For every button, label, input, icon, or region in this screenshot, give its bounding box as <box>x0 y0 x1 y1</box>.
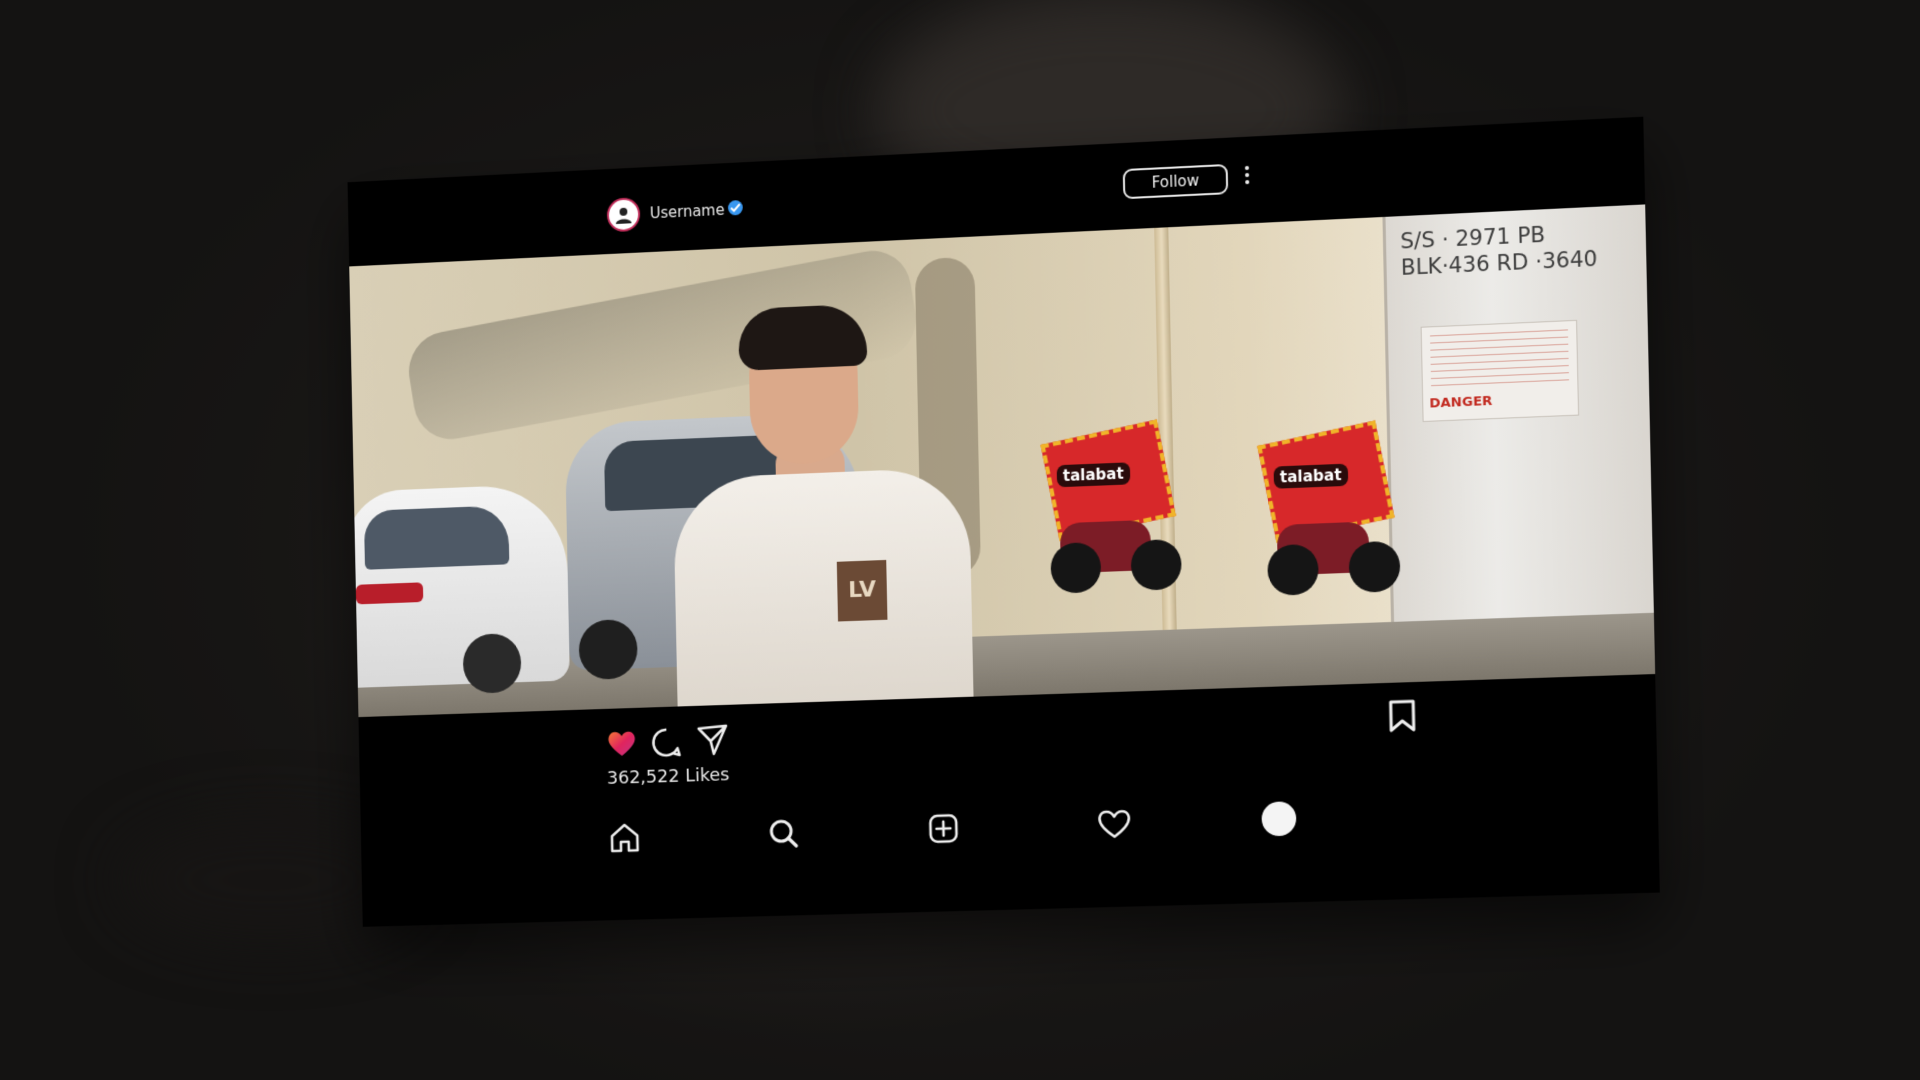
post-card-wrapper: Username Follow S/S · 2971 PB BLK·436 RD… <box>340 116 1660 927</box>
more-options-icon[interactable] <box>1244 165 1251 185</box>
avatar[interactable] <box>608 199 639 231</box>
photo-wall-sign: S/S · 2971 PB BLK·436 RD ·3640 <box>1400 222 1598 280</box>
bike-wheel <box>1050 541 1102 594</box>
add-post-icon[interactable] <box>926 811 961 846</box>
search-icon[interactable] <box>766 816 800 851</box>
bike-wheel <box>1130 538 1182 591</box>
car-window <box>363 505 510 570</box>
comment-icon[interactable] <box>651 726 683 759</box>
photo-white-car <box>349 483 570 694</box>
likes-count[interactable]: 362,522 Likes <box>607 764 730 789</box>
delivery-box-label: talabat <box>1273 463 1348 489</box>
instagram-post-card: Username Follow S/S · 2971 PB BLK·436 RD… <box>347 116 1660 927</box>
bookmark-icon[interactable] <box>1388 698 1417 733</box>
profile-icon[interactable] <box>1259 799 1298 838</box>
delivery-box-label: talabat <box>1056 462 1130 488</box>
photo-danger-sign: DANGER <box>1420 319 1580 423</box>
user-icon <box>615 207 632 225</box>
person-shirt <box>672 466 974 717</box>
person-hair <box>737 303 868 371</box>
verified-badge-icon <box>727 199 743 216</box>
danger-sign-text-lines <box>1430 329 1570 392</box>
post-photo[interactable]: S/S · 2971 PB BLK·436 RD ·3640 DANGER LV <box>349 204 1656 718</box>
bike-wheel <box>1348 540 1401 594</box>
home-icon[interactable] <box>608 821 642 856</box>
shirt-logo: LV <box>836 559 888 622</box>
photo-delivery-motorbike: talabat <box>1028 419 1182 594</box>
username-label[interactable]: Username <box>650 201 725 222</box>
car-taillight <box>355 582 424 605</box>
post-actions-bar: 362,522 Likes <box>358 674 1660 927</box>
bike-wheel <box>1267 543 1319 597</box>
heart-icon[interactable] <box>606 728 638 759</box>
danger-label: DANGER <box>1429 393 1493 412</box>
activity-heart-icon[interactable] <box>1096 806 1133 841</box>
follow-button[interactable]: Follow <box>1122 163 1229 200</box>
share-icon[interactable] <box>696 723 730 758</box>
photo-delivery-motorbike: talabat <box>1244 420 1401 597</box>
